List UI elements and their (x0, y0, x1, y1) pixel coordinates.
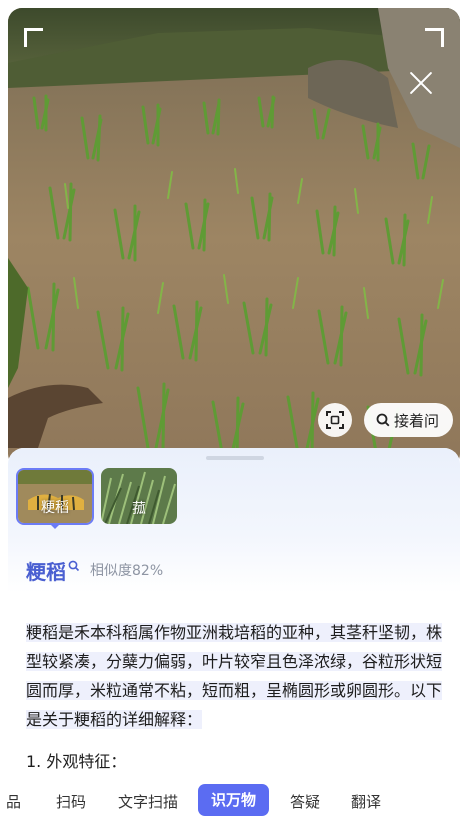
rice-paddy-photo (8, 8, 460, 468)
result-title: 粳稻 (26, 560, 66, 584)
similarity-score: 相似度82% (90, 563, 164, 579)
result-sheet: 粳稻 菰 粳稻 相似度82% 粳稻是禾本科稻属作物亚洲栽培稻的亚种，其茎秆坚韧，… (8, 448, 460, 822)
tab-scan-code[interactable]: 扫码 (56, 791, 86, 812)
drag-handle[interactable] (206, 456, 264, 460)
scan-button[interactable] (318, 403, 352, 437)
close-icon[interactable] (408, 70, 434, 96)
candidate-label: 菰 (132, 501, 146, 517)
camera-preview (8, 8, 460, 468)
search-icon (376, 413, 390, 427)
result-description: 粳稻是禾本科稻属作物亚洲栽培稻的亚种，其茎秆坚韧，株型较紧凑，分蘖力偏弱，叶片较… (26, 618, 448, 734)
candidate-label: 粳稻 (41, 500, 69, 516)
tab-text-scan[interactable]: 文字扫描 (118, 791, 178, 812)
ask-followup-label: 接着问 (394, 411, 440, 430)
candidate-thumb-2[interactable]: 菰 (101, 468, 177, 524)
selected-pointer (49, 523, 61, 529)
viewfinder-corner-top-left (24, 28, 43, 47)
tab-translate[interactable]: 翻译 (351, 791, 381, 812)
ask-followup-button[interactable]: 接着问 (364, 403, 454, 437)
description-text: 粳稻是禾本科稻属作物亚洲栽培稻的亚种，其茎秆坚韧，株型较紧凑，分蘖力偏弱，叶片较… (26, 623, 443, 729)
tab-products[interactable]: 品 (6, 791, 21, 812)
mode-tab-bar: 品 扫码 文字扫描 识万物 答疑 翻译 (0, 782, 468, 822)
tab-qa[interactable]: 答疑 (290, 791, 320, 812)
scan-frame-icon (326, 411, 344, 429)
candidate-thumb-1[interactable]: 粳稻 (16, 468, 94, 525)
search-icon[interactable] (68, 560, 80, 572)
viewfinder-corner-top-right (425, 28, 444, 47)
section-heading: 1. 外观特征： (26, 752, 127, 771)
tab-identify-objects[interactable]: 识万物 (198, 784, 270, 816)
